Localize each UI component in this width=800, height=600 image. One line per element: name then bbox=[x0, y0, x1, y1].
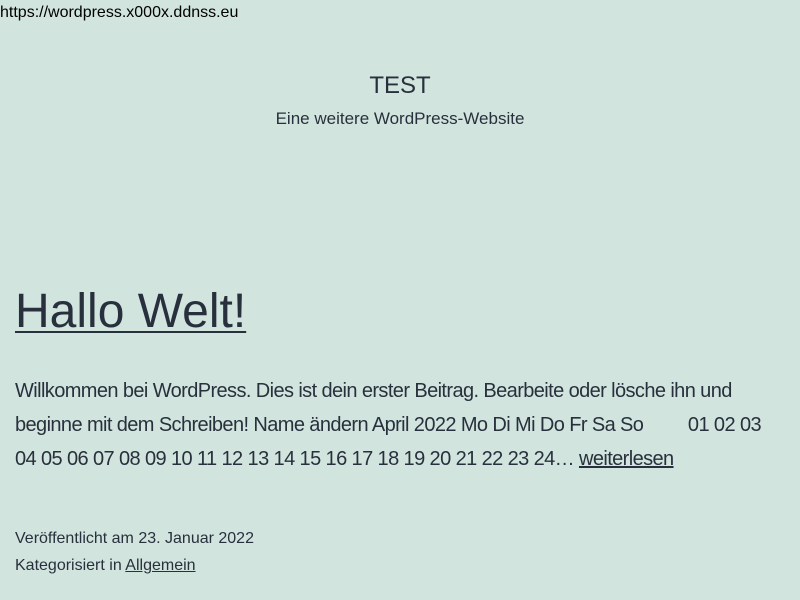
published-date: Veröffentlicht am 23. Januar 2022 bbox=[15, 530, 254, 547]
site-description: Eine weitere WordPress-Website bbox=[275, 109, 525, 128]
category-link[interactable]: Allgemein bbox=[125, 557, 195, 574]
read-more-link[interactable]: weiterlesen bbox=[579, 448, 674, 470]
post-title-link[interactable]: Hallo Welt! bbox=[15, 285, 246, 338]
page-url: https://wordpress.x000x.ddnss.eu bbox=[0, 4, 239, 21]
post-title: Hallo Welt! bbox=[15, 284, 246, 339]
post-category: Kategorisiert in Allgemein bbox=[15, 557, 196, 575]
site-title[interactable]: TEST bbox=[0, 72, 800, 100]
category-label: Kategorisiert in bbox=[15, 557, 126, 574]
post-excerpt: Willkommen bei WordPress. Dies ist dein … bbox=[15, 374, 785, 476]
